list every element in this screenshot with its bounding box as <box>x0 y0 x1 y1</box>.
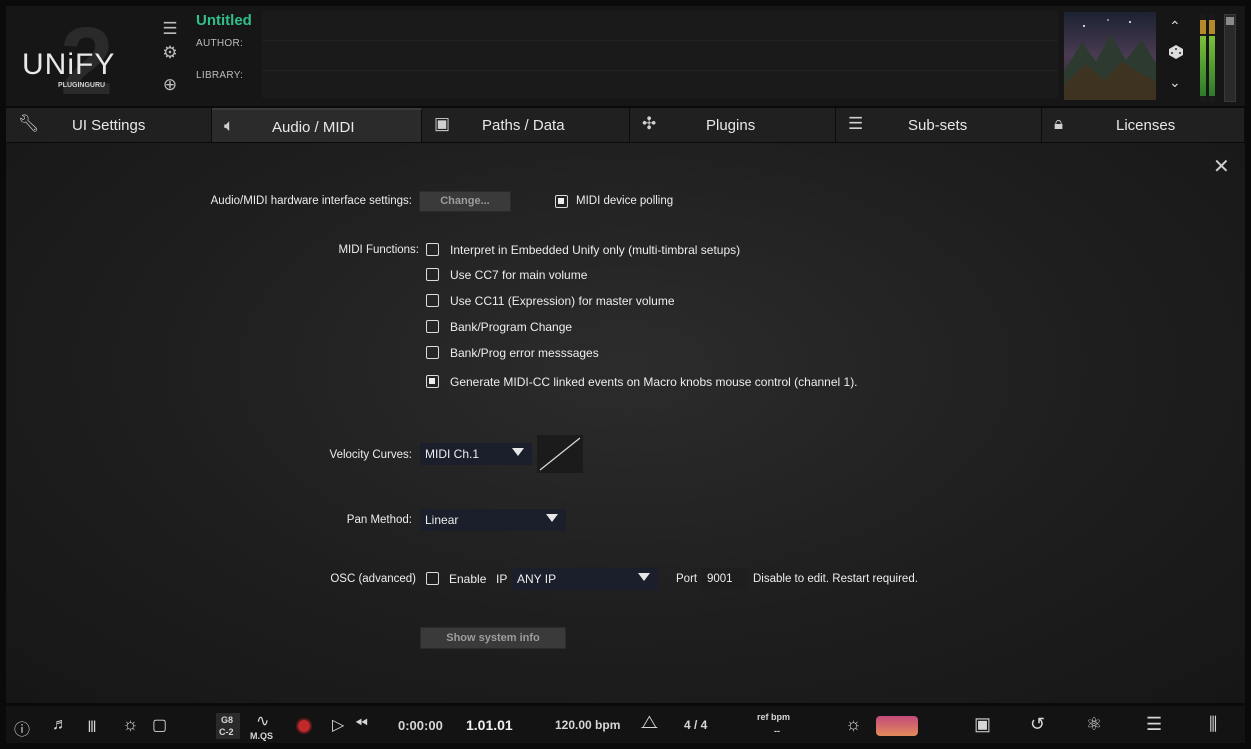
midi-function-checkbox[interactable] <box>426 243 439 256</box>
tempo-display[interactable]: 120.00 bpm <box>555 718 620 732</box>
alert-icon[interactable]: ⓘ <box>14 716 30 740</box>
midi-function-checkbox[interactable] <box>426 268 439 281</box>
settings-tabs: 🔧︎ UI Settings 🔈︎ Audio / MIDI ▣ Paths /… <box>6 108 1245 142</box>
ref-bpm-label: ref bpm <box>757 712 791 722</box>
unify-logo: 2 UNiFY PLUGINGURU <box>14 8 144 115</box>
rewind-icon[interactable]: ⏪︎ <box>355 715 368 733</box>
add-icon[interactable]: ⊕ <box>160 76 180 94</box>
undo-icon[interactable]: ↺ <box>1030 714 1045 735</box>
record-button[interactable] <box>296 718 312 734</box>
pan-method-dropdown[interactable]: Linear <box>420 509 566 531</box>
gear-icon[interactable]: ⚙ <box>160 44 180 62</box>
osc-enable-label: Enable <box>449 572 487 586</box>
dice-icon[interactable] <box>1168 44 1184 65</box>
time-signature[interactable]: 4 / 4 <box>684 718 707 732</box>
keyboard-icon[interactable]: 𝍫 <box>88 716 96 743</box>
midi-function-label: Use CC11 (Expression) for master volume <box>450 294 675 308</box>
show-system-info-button[interactable]: Show system info <box>420 627 566 649</box>
midi-function-label: Bank/Program Change <box>450 320 573 334</box>
osc-port-label: Port <box>676 573 698 585</box>
midi-function-label: Bank/Prog error messsages <box>450 346 599 360</box>
level-meter-left <box>1200 14 1206 102</box>
hardware-settings-label: Audio/MIDI hardware interface settings: <box>210 195 412 207</box>
change-hardware-button[interactable]: Change... <box>419 191 511 212</box>
pan-method-label: Pan Method: <box>346 514 412 526</box>
metronome-icon[interactable]: ⧍ <box>641 712 658 733</box>
tab-licenses[interactable]: 🔒︎ Licenses <box>1042 108 1245 142</box>
play-icon[interactable]: ▷ <box>332 715 344 735</box>
midi-functions-label: MIDI Functions: <box>338 244 419 256</box>
puzzle-icon: ✣ <box>642 114 657 133</box>
transport-bar <box>6 706 1245 743</box>
position-display: 1.01.01 <box>466 717 513 733</box>
midi-function-label: Generate MIDI-CC linked events on Macro … <box>450 375 858 389</box>
tab-plugins[interactable]: ✣ Plugins <box>630 108 836 142</box>
menu-icon[interactable]: ☰ <box>160 20 180 38</box>
mqs-label[interactable]: M.QS <box>250 731 273 741</box>
patch-artwork-image[interactable] <box>1064 12 1156 100</box>
velocity-curve-graph <box>537 435 583 473</box>
patch-title[interactable]: Untitled <box>196 12 252 29</box>
tab-paths-data[interactable]: ▣ Paths / Data <box>422 108 630 142</box>
osc-ip-dropdown[interactable]: ANY IP <box>512 568 658 590</box>
midi-polling-label: MIDI device polling <box>576 195 674 207</box>
theme-thumbnail[interactable] <box>876 716 918 736</box>
midi-function-checkbox[interactable] <box>426 294 439 307</box>
save-icon[interactable]: ▣ <box>974 714 991 735</box>
speaker-icon: 🔈︎ <box>224 116 235 135</box>
midi-function-label: Use CC7 for main volume <box>450 268 588 282</box>
activity-icon[interactable]: ∿ <box>256 711 269 731</box>
note-range-display[interactable]: G8 C-2 <box>216 713 240 739</box>
osc-label: OSC (advanced) <box>330 573 416 585</box>
logo-sub: PLUGINGURU <box>58 82 105 89</box>
level-meter-right <box>1209 14 1215 102</box>
midi-function-label: Interpret in Embedded Unify only (multi-… <box>450 243 741 257</box>
tab-sub-sets[interactable]: ☰ Sub-sets <box>836 108 1042 142</box>
window-icon[interactable]: ▢ <box>152 715 167 735</box>
atom-icon[interactable]: ⚛ <box>1086 714 1102 735</box>
sun-icon[interactable]: ☼ <box>122 714 139 735</box>
library-label: LIBRARY: <box>196 70 244 81</box>
info-panel <box>262 10 1058 98</box>
chevron-up-icon[interactable]: ⌃ <box>1169 18 1181 35</box>
audio-midi-panel <box>6 143 1245 703</box>
lock-icon: 🔒︎ <box>1054 114 1064 133</box>
playlist-icon[interactable]: ☰ <box>1146 714 1162 735</box>
floppy-icon: ▣ <box>434 114 451 133</box>
brightness-icon[interactable]: ☼ <box>845 714 862 735</box>
logo-text: UNiFY <box>22 48 115 81</box>
caret-down-icon <box>512 448 524 456</box>
midi-function-checkbox[interactable] <box>426 320 439 333</box>
caret-down-icon <box>546 514 558 522</box>
ref-bpm-value: -- <box>774 726 780 736</box>
midi-function-checkbox[interactable] <box>426 375 439 388</box>
osc-ip-label: IP <box>496 572 508 586</box>
list-icon: ☰ <box>848 114 864 133</box>
wrench-icon: 🔧︎ <box>18 114 40 133</box>
tab-audio-midi[interactable]: 🔈︎ Audio / MIDI <box>212 108 422 142</box>
midi-polling-checkbox[interactable] <box>555 195 568 208</box>
library-icon[interactable]: ⫼ <box>1209 714 1217 735</box>
velocity-curves-label: Velocity Curves: <box>329 449 412 461</box>
osc-port-field[interactable]: 9001 <box>701 568 748 590</box>
velocity-curve-dropdown[interactable]: MIDI Ch.1 <box>420 443 532 465</box>
midi-function-checkbox[interactable] <box>426 346 439 359</box>
chevron-down-icon[interactable]: ⌄ <box>1169 74 1181 91</box>
caret-down-icon <box>638 573 650 581</box>
author-label: AUTHOR: <box>196 38 244 49</box>
time-display: 0:00:00 <box>398 718 443 733</box>
osc-note: Disable to edit. Restart required. <box>753 573 918 585</box>
osc-enable-checkbox[interactable] <box>426 572 439 585</box>
tab-ui-settings[interactable]: 🔧︎ UI Settings <box>6 108 212 142</box>
close-icon[interactable]: ✕ <box>1213 154 1230 179</box>
music-note-icon[interactable]: ♬ <box>52 716 68 734</box>
master-volume-slider[interactable] <box>1224 14 1236 102</box>
